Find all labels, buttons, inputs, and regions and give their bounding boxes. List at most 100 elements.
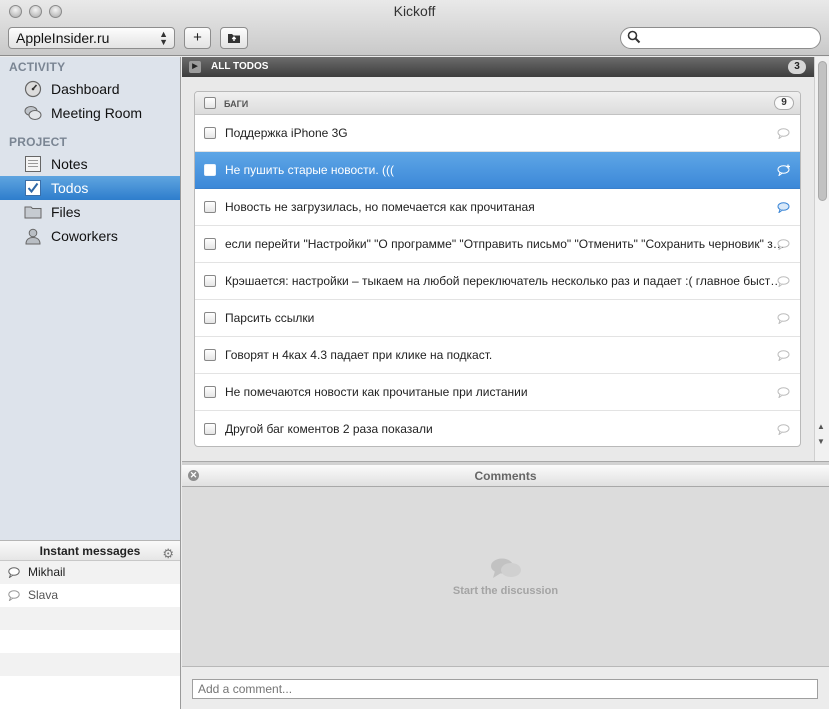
select-arrows-icon: ▲ ▼ (159, 29, 168, 47)
comment-icon[interactable] (777, 423, 791, 435)
comments-icon[interactable] (777, 201, 791, 213)
folder-icon (24, 206, 42, 219)
todo-row[interactable]: Новость не загрузилась, но помечается ка… (195, 189, 800, 226)
todo-group-count-badge: 9 (774, 96, 794, 110)
window-title: Kickoff (393, 3, 436, 19)
all-todos-label: ALL TODOS (211, 61, 269, 72)
todo-text: если перейти "Настройки" "О программе" "… (225, 237, 785, 251)
sidebar-item-label: Files (51, 204, 81, 220)
speech-bubble-icon (8, 567, 20, 578)
im-user-mikhail[interactable]: Mikhail (0, 561, 180, 584)
im-empty-row (0, 630, 180, 653)
all-todos-count-badge: 3 (788, 60, 806, 74)
todo-group-header[interactable]: БАГИ 9 (195, 92, 800, 115)
search-icon (627, 30, 641, 44)
todo-row[interactable]: Другой баг коментов 2 раза показали (195, 411, 800, 446)
sidebar-item-notes[interactable]: Notes (0, 152, 180, 176)
todo-checkbox[interactable] (204, 201, 216, 213)
comment-icon[interactable] (777, 349, 791, 361)
todo-text: Не пушить старые новости. ((( (225, 163, 394, 177)
sidebar-item-dashboard[interactable]: Dashboard (0, 77, 180, 101)
sidebar-item-label: Todos (51, 180, 89, 196)
checkbox-icon (25, 180, 41, 196)
sidebar-item-label: Notes (51, 156, 88, 172)
all-todos-bar[interactable]: ▶ ALL TODOS 3 (182, 57, 829, 77)
todo-text: Другой баг коментов 2 раза показали (225, 422, 433, 436)
comment-icon[interactable] (777, 275, 791, 287)
todo-row[interactable]: Не пушить старые новости. ((( (195, 152, 800, 189)
comment-icon[interactable] (777, 238, 791, 250)
sidebar-item-coworkers[interactable]: Coworkers (0, 224, 180, 248)
todo-row[interactable]: Говорят н 4ках 4.3 падает при клике на п… (195, 337, 800, 374)
sidebar-item-files[interactable]: Files (0, 200, 180, 224)
sidebar-item-todos[interactable]: Todos (0, 176, 180, 200)
todo-checkbox[interactable] (204, 312, 216, 324)
scrollbar-thumb[interactable] (818, 61, 827, 201)
comment-input[interactable] (192, 679, 818, 699)
group-checkbox[interactable] (204, 97, 216, 109)
person-icon (25, 228, 41, 245)
todo-row[interactable]: Крэшается: настройки – тыкаем на любой п… (195, 263, 800, 300)
project-selector-value: AppleInsider.ru (16, 30, 110, 46)
todos-panel: ▶ ALL TODOS 3 БАГИ 9 Поддержка iPhone 3G… (182, 57, 829, 461)
sidebar-section-project: PROJECT (9, 135, 68, 149)
todo-checkbox[interactable] (204, 423, 216, 435)
im-empty-row (0, 607, 180, 630)
im-empty-row (0, 676, 180, 699)
todo-text: Парсить ссылки (225, 311, 315, 325)
todo-row[interactable]: Парсить ссылки (195, 300, 800, 337)
add-comment-icon[interactable] (777, 164, 791, 176)
comment-icon[interactable] (777, 386, 791, 398)
im-user-name: Slava (28, 588, 59, 602)
add-button[interactable]: + (184, 27, 211, 49)
disclosure-triangle-icon[interactable]: ▶ (189, 61, 201, 73)
todo-text: Не помечаются новости как прочитаные при… (225, 385, 528, 399)
scroll-up-arrow-icon[interactable]: ▲ (817, 422, 825, 431)
instant-messages-header: Instant messages ⚙ (0, 540, 180, 561)
todo-row[interactable]: Поддержка iPhone 3G (195, 115, 800, 152)
comments-header: ✕ Comments (182, 465, 829, 487)
todo-text: Поддержка iPhone 3G (225, 126, 348, 140)
todo-checkbox[interactable] (204, 275, 216, 287)
chat-bubbles-icon (490, 558, 521, 578)
upload-file-button[interactable] (220, 27, 248, 49)
close-comments-icon[interactable]: ✕ (188, 470, 199, 481)
comments-empty-state: Start the discussion (182, 557, 829, 597)
instant-messages-panel: Instant messages ⚙ Mikhail Slava (0, 540, 181, 709)
notes-icon (25, 156, 41, 172)
comments-title: Comments (474, 469, 537, 483)
sidebar-item-label: Dashboard (51, 81, 120, 97)
comments-empty-text: Start the discussion (452, 585, 559, 597)
todo-checkbox[interactable] (204, 238, 216, 250)
chat-bubbles-icon (24, 106, 42, 120)
comment-compose-bar (182, 666, 829, 709)
todo-checkbox[interactable] (204, 349, 216, 361)
instant-messages-title: Instant messages (39, 544, 141, 558)
instant-messages-list: Mikhail Slava (0, 561, 180, 699)
todo-checkbox[interactable] (204, 164, 216, 176)
sidebar-item-label: Meeting Room (51, 105, 143, 121)
todo-text: Говорят н 4ках 4.3 падает при клике на п… (225, 348, 493, 362)
folder-upload-icon (228, 34, 240, 43)
todo-group-name: БАГИ (224, 99, 249, 109)
todo-text: Новость не загрузилась, но помечается ка… (225, 200, 535, 214)
comment-icon[interactable] (777, 312, 791, 324)
im-user-name: Mikhail (28, 565, 66, 579)
todo-row[interactable]: если перейти "Настройки" "О программе" "… (195, 226, 800, 263)
todo-list: БАГИ 9 Поддержка iPhone 3G Не пушить стар… (194, 91, 801, 447)
im-user-slava[interactable]: Slava (0, 584, 180, 607)
comment-icon[interactable] (777, 127, 791, 139)
comments-panel: ✕ Comments Start the discussion (182, 465, 829, 709)
sidebar-section-activity: ACTIVITY (9, 60, 66, 74)
scroll-down-arrow-icon[interactable]: ▼ (817, 437, 825, 446)
project-selector[interactable]: AppleInsider.ru ▲ ▼ (8, 27, 175, 49)
todo-checkbox[interactable] (204, 127, 216, 139)
todo-checkbox[interactable] (204, 386, 216, 398)
dashboard-icon (24, 80, 42, 98)
todos-scrollbar[interactable]: ▲ ▼ (814, 57, 829, 461)
sidebar-item-meeting-room[interactable]: Meeting Room (0, 101, 180, 125)
todo-text: Крэшается: настройки – тыкаем на любой п… (225, 274, 785, 288)
search-field[interactable] (620, 27, 821, 49)
todo-row[interactable]: Не помечаются новости как прочитаные при… (195, 374, 800, 411)
im-empty-row (0, 653, 180, 676)
